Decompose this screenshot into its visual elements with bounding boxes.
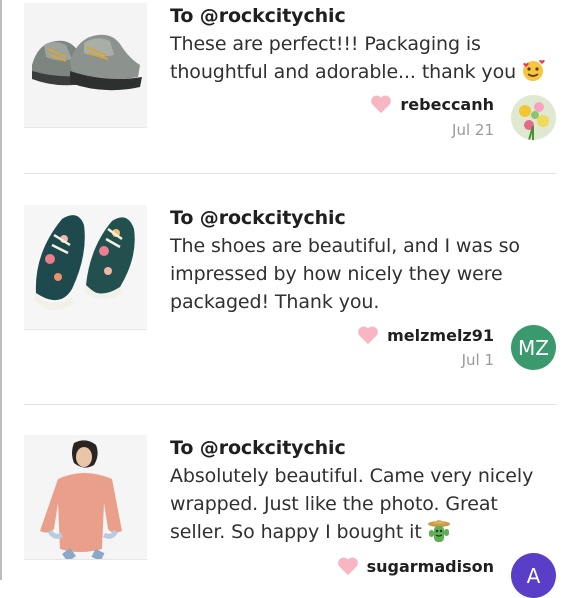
review-text: Absolutely beautiful. Came very nicely w… bbox=[170, 462, 555, 550]
heart-icon[interactable] bbox=[357, 325, 379, 345]
review-date: Jul 21 bbox=[452, 121, 494, 139]
reviewer-info[interactable]: melzmelz91 bbox=[357, 322, 494, 348]
product-image-pink-sweatshirt[interactable] bbox=[24, 435, 147, 560]
reviewer-username[interactable]: melzmelz91 bbox=[387, 326, 494, 345]
avatar[interactable]: A bbox=[511, 553, 556, 598]
review-text-content: Absolutely beautiful. Came very nicely w… bbox=[170, 465, 534, 543]
product-image-floral-sneakers[interactable] bbox=[24, 205, 147, 330]
floral-sneakers-icon bbox=[24, 205, 147, 329]
review-text: The shoes are beautiful, and I was so im… bbox=[170, 232, 555, 316]
review-text-content: These are perfect!!! Packaging is though… bbox=[170, 33, 517, 83]
reviewer-info[interactable]: rebeccanh bbox=[370, 91, 494, 117]
hiking-shoes-icon bbox=[24, 3, 147, 127]
cowboy-cactus-icon bbox=[426, 518, 452, 550]
avatar[interactable] bbox=[511, 95, 556, 140]
review-recipient: To @rockcitychic bbox=[170, 207, 346, 229]
avatar[interactable]: MZ bbox=[511, 325, 556, 370]
divider bbox=[24, 173, 556, 174]
review-text: These are perfect!!! Packaging is though… bbox=[170, 30, 555, 90]
smiling-face-with-hearts-icon bbox=[520, 58, 546, 90]
avatar-initials: A bbox=[526, 563, 541, 588]
reviewer-info[interactable]: sugarmadison bbox=[337, 553, 494, 579]
heart-icon[interactable] bbox=[370, 94, 392, 114]
product-image-hiking-shoes[interactable] bbox=[24, 3, 147, 128]
review-recipient: To @rockcitychic bbox=[170, 5, 346, 27]
review-date: Jul 1 bbox=[461, 351, 494, 369]
reviewer-username[interactable]: rebeccanh bbox=[400, 95, 494, 114]
pink-sweatshirt-icon bbox=[24, 435, 147, 559]
review-recipient: To @rockcitychic bbox=[170, 437, 346, 459]
heart-icon[interactable] bbox=[337, 556, 359, 576]
reviewer-username[interactable]: sugarmadison bbox=[367, 557, 494, 576]
avatar-initials: MZ bbox=[518, 335, 549, 360]
left-edge bbox=[0, 0, 2, 580]
review-text-content: The shoes are beautiful, and I was so im… bbox=[170, 235, 520, 313]
divider bbox=[24, 404, 556, 405]
flower-avatar-icon bbox=[511, 95, 556, 140]
